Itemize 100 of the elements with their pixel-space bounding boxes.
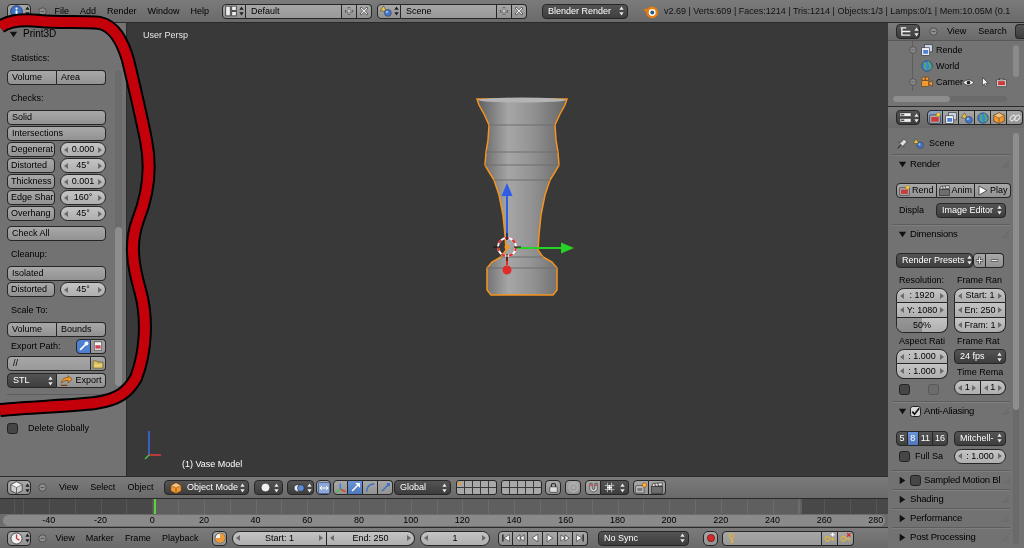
- menu-item[interactable]: Object: [121, 483, 160, 492]
- menu-item[interactable]: Render: [101, 6, 143, 16]
- export-button[interactable]: Export: [57, 373, 106, 388]
- decrease-arrow-icon[interactable]: [330, 535, 334, 541]
- playback-button[interactable]: [573, 530, 588, 546]
- number-field[interactable]: 1: [954, 380, 981, 395]
- decrease-arrow-icon[interactable]: [958, 453, 962, 459]
- constraints-tab[interactable]: [1007, 110, 1023, 125]
- increase-arrow-icon[interactable]: [998, 384, 1002, 391]
- editor-type-button[interactable]: [896, 24, 920, 39]
- add-button[interactable]: [497, 3, 512, 19]
- increase-arrow-icon[interactable]: [482, 535, 486, 541]
- number-field[interactable]: Y: 1080: [896, 303, 948, 318]
- manipulator-button[interactable]: [378, 480, 393, 495]
- menu-item[interactable]: View: [53, 483, 85, 492]
- menu-item[interactable]: Playback: [156, 533, 204, 543]
- folder-button[interactable]: [91, 356, 106, 371]
- expand-toggle-icon[interactable]: [909, 46, 917, 54]
- world-tab[interactable]: [975, 110, 991, 125]
- tool-button[interactable]: Isolated: [7, 266, 106, 281]
- number-field[interactable]: 0.001: [60, 174, 106, 189]
- tool-button[interactable]: Volume: [7, 322, 57, 337]
- panel-title[interactable]: Shading: [910, 494, 944, 504]
- playback-button[interactable]: [498, 530, 513, 546]
- percentage-slider[interactable]: 50%: [896, 318, 948, 333]
- add-button[interactable]: [342, 3, 357, 19]
- tool-button[interactable]: Area: [57, 70, 106, 85]
- frame-ruler[interactable]: -40 -20 0 20 40 60 80 100 120 140 160 180 200 220 240 260 280: [3, 515, 885, 526]
- pivot-dropdown[interactable]: [287, 480, 314, 495]
- number-field[interactable]: 45°: [60, 282, 106, 297]
- start-frame-field[interactable]: Start: 1: [232, 530, 327, 546]
- increase-arrow-icon[interactable]: [319, 535, 323, 541]
- scrollbar-thumb[interactable]: [1013, 133, 1019, 410]
- menu-item[interactable]: File: [49, 6, 75, 16]
- increase-arrow-icon[interactable]: [940, 292, 944, 299]
- render-tab[interactable]: [927, 110, 943, 125]
- right-arrow-handle[interactable]: [514, 242, 574, 254]
- increase-arrow-icon[interactable]: [98, 286, 102, 293]
- manipulator-button[interactable]: [363, 480, 378, 495]
- render-layers-tab[interactable]: [943, 110, 959, 125]
- checkbox[interactable]: [899, 384, 910, 395]
- down-triangle-icon[interactable]: [898, 229, 907, 239]
- lock-layers-button[interactable]: [545, 480, 561, 495]
- increase-arrow-icon[interactable]: [972, 384, 977, 391]
- menu-item[interactable]: Help: [185, 6, 215, 16]
- sample-toggle[interactable]: 16: [933, 430, 948, 446]
- tool-button[interactable]: Distorted: [7, 158, 55, 173]
- menu-item[interactable]: View: [941, 27, 973, 36]
- increase-arrow-icon[interactable]: [940, 307, 944, 313]
- path-field[interactable]: //: [7, 356, 91, 371]
- sample-toggle[interactable]: 5: [896, 430, 908, 446]
- render-engine-dropdown[interactable]: Blender Render: [542, 3, 628, 19]
- decrease-arrow-icon[interactable]: [958, 322, 962, 328]
- frame-rate-dropdown[interactable]: 24 fps: [954, 349, 1006, 364]
- checkbox-label[interactable]: Full Sa: [915, 451, 943, 461]
- increase-arrow-icon[interactable]: [98, 178, 102, 185]
- tool-button[interactable]: Intersections: [7, 126, 106, 141]
- tool-button[interactable]: Solid: [7, 110, 106, 125]
- manipulator-button[interactable]: [348, 480, 363, 495]
- shading-dropdown[interactable]: [254, 480, 283, 495]
- layout-selector-button[interactable]: [222, 3, 246, 19]
- remove-preset-button[interactable]: [986, 252, 1004, 268]
- menu-item[interactable]: View: [50, 533, 81, 543]
- display-dropdown[interactable]: Image Editor: [936, 202, 1006, 218]
- insert-keyframe-button[interactable]: [822, 530, 838, 546]
- record-button[interactable]: [703, 530, 718, 546]
- object-tab[interactable]: [991, 110, 1007, 125]
- keying-set-field[interactable]: [722, 530, 822, 546]
- remove-button[interactable]: [357, 3, 372, 19]
- panel-title[interactable]: Anti-Aliasing: [924, 406, 975, 416]
- playback-button[interactable]: [558, 530, 573, 546]
- playback-button[interactable]: [528, 530, 543, 546]
- outliner-item[interactable]: Camer: [936, 77, 963, 87]
- checkbox-label[interactable]: Delete Globally: [24, 424, 90, 433]
- editor-type-button[interactable]: [7, 480, 31, 495]
- add-preset-button[interactable]: [973, 252, 986, 268]
- panel-title[interactable]: Post Processing: [910, 532, 976, 542]
- down-triangle-icon[interactable]: [898, 406, 907, 416]
- display-mode-dropdown[interactable]: [1015, 24, 1024, 39]
- scrollbar-thumb[interactable]: [893, 96, 950, 102]
- number-field[interactable]: En: 250: [954, 303, 1006, 318]
- number-field[interactable]: : 1920: [896, 288, 948, 303]
- decrease-arrow-icon[interactable]: [900, 368, 904, 374]
- checkbox[interactable]: [910, 405, 921, 417]
- increase-arrow-icon[interactable]: [998, 453, 1002, 459]
- number-field[interactable]: 0.000: [60, 142, 106, 157]
- decrease-arrow-icon[interactable]: [983, 384, 988, 391]
- current-frame-field[interactable]: 1: [420, 530, 490, 546]
- menu-item[interactable]: Search: [972, 27, 1013, 36]
- end-frame-field[interactable]: End: 250: [327, 530, 415, 546]
- scene-name-field[interactable]: Scene: [401, 3, 497, 19]
- increase-arrow-icon[interactable]: [940, 353, 944, 360]
- decrease-arrow-icon[interactable]: [236, 535, 240, 541]
- panel-title[interactable]: Render: [910, 159, 940, 169]
- checkbox[interactable]: [899, 450, 910, 462]
- format-dropdown[interactable]: STL: [7, 373, 57, 388]
- snap-element-dropdown[interactable]: [601, 480, 629, 495]
- tool-button[interactable]: Volume: [7, 70, 57, 85]
- mode-dropdown[interactable]: Object Mode: [164, 480, 249, 495]
- panel-title[interactable]: Performance: [910, 513, 963, 523]
